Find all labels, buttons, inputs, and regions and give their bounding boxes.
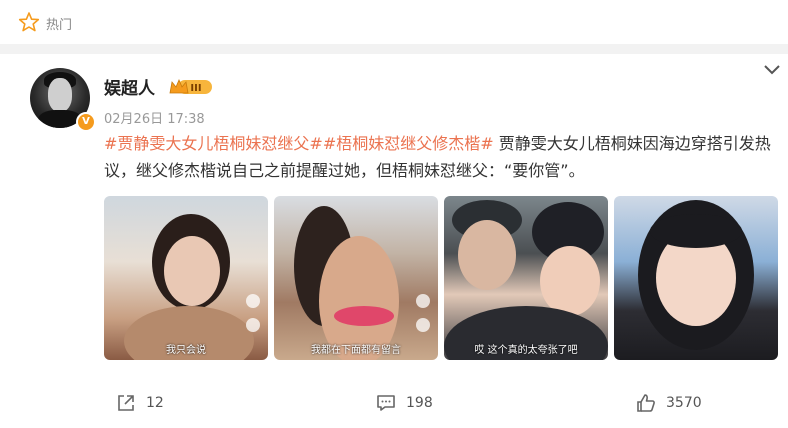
like-button[interactable]: 3570	[636, 392, 702, 414]
share-count: 12	[146, 395, 164, 411]
share-button[interactable]: 12	[116, 392, 164, 414]
comment-count: 198	[406, 395, 433, 411]
image-grid: 我只会说 我都在下面都有留言 哎 这个真的太夸张了吧	[104, 196, 780, 360]
comment-icon	[377, 395, 395, 411]
share-icon	[118, 395, 134, 411]
section-divider	[0, 44, 788, 54]
level-badge[interactable]: III	[168, 77, 214, 97]
level-badge-text: III	[190, 83, 201, 94]
image-caption: 我只会说	[166, 345, 206, 356]
hashtag-link-1[interactable]: #贾静雯大女儿梧桐妹怼继父#	[104, 134, 323, 153]
action-bar: 12 198 3570	[0, 380, 788, 424]
like-count: 3570	[666, 395, 702, 411]
username[interactable]: 娱超人	[104, 74, 155, 99]
post-image-2[interactable]: 我都在下面都有留言	[274, 196, 438, 360]
image-caption: 我都在下面都有留言	[311, 345, 401, 356]
post-text: #贾静雯大女儿梧桐妹怼继父##梧桐妹怼继父修杰楷# 贾静雯大女儿梧桐妹因海边穿搭…	[104, 130, 779, 184]
hot-label[interactable]: 热门	[46, 14, 72, 33]
verified-badge: V	[76, 112, 96, 132]
comment-button[interactable]: 198	[376, 392, 433, 414]
topbar: 热门	[0, 0, 788, 44]
post-image-1[interactable]: 我只会说	[104, 196, 268, 360]
image-caption: 哎 这个真的太夸张了吧	[474, 345, 578, 356]
post-image-3[interactable]: 哎 这个真的太夸张了吧	[444, 196, 608, 360]
hot-icon	[18, 12, 40, 32]
chevron-down-icon[interactable]	[762, 62, 782, 76]
timestamp[interactable]: 02月26日 17:38	[104, 108, 205, 127]
post-image-4[interactable]	[614, 196, 778, 360]
like-icon	[637, 394, 655, 412]
hashtag-link-2[interactable]: #梧桐妹怼继父修杰楷#	[323, 134, 494, 153]
